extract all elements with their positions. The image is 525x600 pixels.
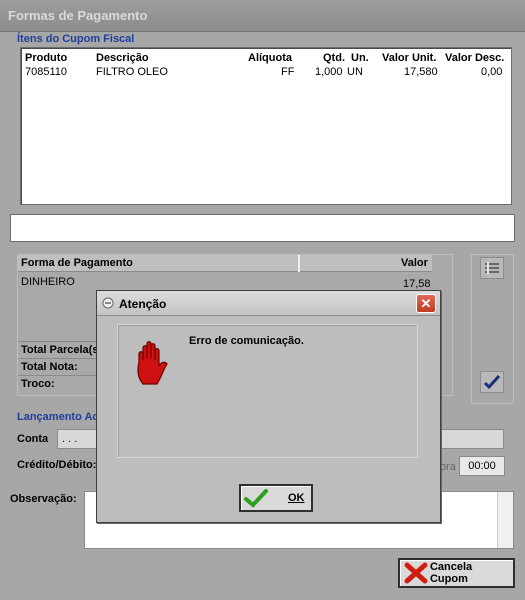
- lancamento-section-title: Lançamento Ac: [17, 411, 99, 423]
- col-un[interactable]: Un.: [351, 52, 369, 64]
- dialog-message: Erro de comunicação.: [189, 335, 304, 347]
- cell-valor-desc: 0,00: [481, 66, 503, 78]
- dialog-title: Atenção: [119, 297, 167, 311]
- cancel-cupom-button[interactable]: Cancela Cupom: [398, 558, 515, 588]
- payment-row-forma[interactable]: DINHEIRO: [21, 276, 75, 288]
- col-qtd[interactable]: Qtd.: [323, 52, 345, 64]
- side-panel: [471, 254, 514, 404]
- items-table[interactable]: Produto Descrição Alíquota Qtd. Un. Valo…: [20, 47, 512, 205]
- col-descricao[interactable]: Descrição: [96, 52, 149, 64]
- ok-button[interactable]: OK: [239, 484, 313, 512]
- credito-debito-label: Crédito/Débito:: [17, 459, 97, 471]
- hora-input[interactable]: 00:00: [459, 456, 505, 476]
- dialog-close-button[interactable]: ✕: [416, 294, 436, 313]
- add-payment-button[interactable]: [480, 257, 504, 279]
- payment-table-header: Forma de Pagamento Valor: [18, 255, 432, 272]
- col-valor-unit[interactable]: Valor Unit.: [382, 52, 436, 64]
- col-forma-pagamento[interactable]: Forma de Pagamento: [21, 257, 133, 269]
- dialog-titlebar: Atenção ✕: [97, 291, 440, 316]
- alert-dialog: Atenção ✕ Erro de comunicação. OK: [96, 290, 441, 523]
- stop-hand-icon: [137, 341, 168, 385]
- column-divider: [298, 255, 300, 272]
- ok-label: OK: [288, 492, 305, 504]
- green-check-icon: [244, 489, 268, 508]
- red-x-icon: [404, 562, 428, 584]
- cell-valor-unit: 17,580: [404, 66, 438, 78]
- col-valor[interactable]: Valor: [401, 257, 428, 269]
- col-produto[interactable]: Produto: [25, 52, 67, 64]
- window-title: Formas de Pagamento: [8, 8, 148, 23]
- items-section-title: Ítens do Cupom Fiscal: [17, 33, 135, 45]
- observacao-scrollbar[interactable]: [497, 492, 513, 548]
- cell-aliquota: FF: [281, 66, 295, 78]
- col-aliquota[interactable]: Alíquota: [248, 52, 292, 64]
- table-row[interactable]: 7085110 FILTRO OLEO FF 1,000 UN 17,580 0…: [21, 66, 511, 80]
- col-valor-desc[interactable]: Valor Desc.: [445, 52, 504, 64]
- items-table-header: Produto Descrição Alíquota Qtd. Un. Valo…: [21, 52, 511, 66]
- cell-qtd: 1,000: [315, 66, 343, 78]
- cell-un: UN: [347, 66, 363, 78]
- close-icon: ✕: [420, 295, 432, 311]
- cell-descricao: FILTRO OLEO: [96, 66, 168, 78]
- app-icon: [102, 297, 114, 309]
- checkmark-icon: [483, 374, 501, 390]
- conta-label: Conta: [17, 433, 49, 445]
- window-titlebar: Formas de Pagamento: [0, 0, 525, 32]
- hora-label: ora: [440, 461, 456, 473]
- payment-row-valor[interactable]: 17,58: [403, 278, 431, 290]
- cell-produto: 7085110: [25, 66, 68, 78]
- cancel-cupom-label: Cancela Cupom: [429, 561, 473, 585]
- list-add-icon: [485, 262, 499, 274]
- info-bar: [10, 214, 515, 242]
- confirm-button[interactable]: [480, 371, 504, 393]
- observacao-label: Observação:: [10, 493, 77, 505]
